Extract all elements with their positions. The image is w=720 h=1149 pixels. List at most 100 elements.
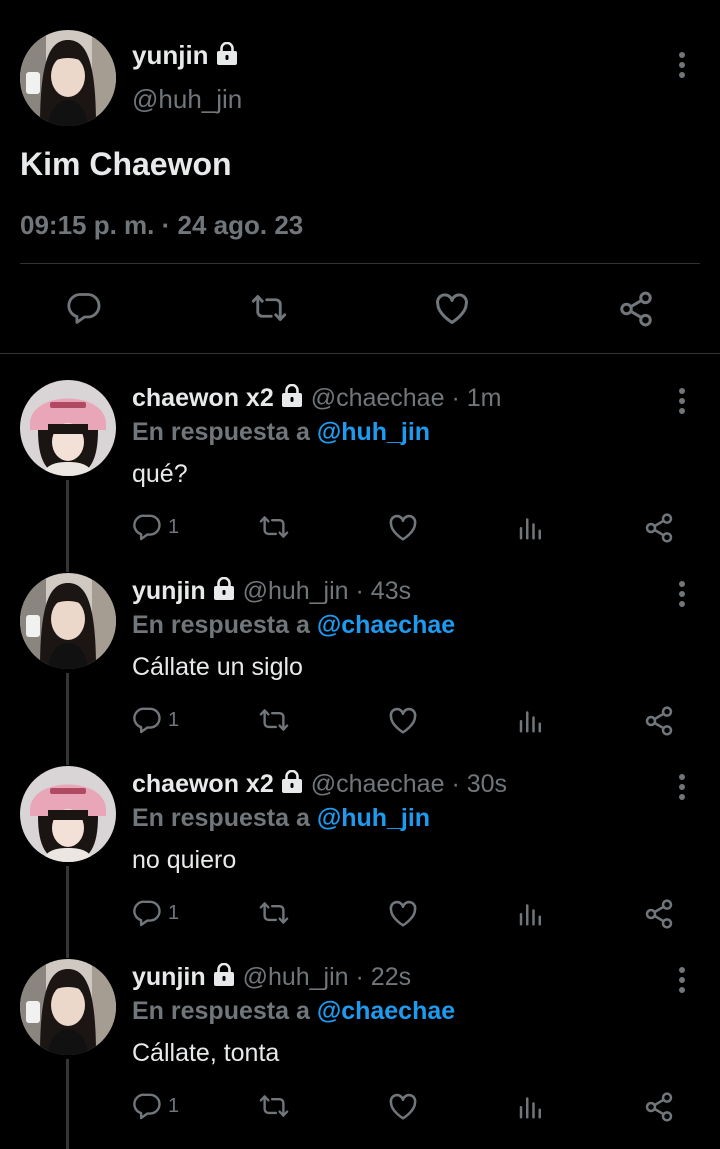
retweet-button[interactable] [258, 1091, 290, 1121]
views-button[interactable] [516, 705, 546, 735]
reply-button[interactable]: 1 [132, 1091, 179, 1121]
reply-meta: yunjin @huh_jin · 43s [132, 577, 411, 606]
views-icon [516, 898, 546, 928]
views-icon [516, 1091, 546, 1121]
reply-button[interactable] [66, 290, 102, 326]
reply-avatar[interactable] [20, 766, 116, 862]
main-avatar[interactable] [20, 30, 116, 126]
reply-count: 1 [168, 515, 180, 538]
reply-avatar[interactable] [20, 573, 116, 669]
like-icon [387, 898, 419, 930]
reply-meta: chaewon x2 @chaechae · 1m [132, 384, 501, 413]
reply-text: qué? [132, 460, 188, 488]
retweet-button[interactable] [250, 290, 288, 326]
reply-author-name[interactable]: chaewon x2 [132, 384, 274, 412]
reply-author-name[interactable]: yunjin [132, 963, 206, 991]
thread-line [66, 866, 69, 958]
reply-meta: chaewon x2 @chaechae · 30s [132, 770, 507, 799]
like-button[interactable] [387, 898, 419, 930]
reply-button[interactable]: 1 [132, 898, 179, 928]
reply-author-handle[interactable]: @chaechae [311, 770, 445, 798]
more-options-icon[interactable] [678, 388, 686, 418]
thread-line [66, 1059, 69, 1149]
reply-icon [132, 1091, 162, 1121]
main-author-name[interactable]: yunjin [132, 40, 209, 70]
reply-text: Cállate, tonta [132, 1039, 280, 1067]
reply-author-handle[interactable]: @chaechae [311, 384, 445, 412]
lock-icon [215, 42, 239, 66]
divider [20, 263, 700, 264]
reply-author-name[interactable]: yunjin [132, 577, 206, 605]
reply-to-link[interactable]: @chaechae [317, 997, 455, 1025]
lock-icon [280, 384, 304, 408]
share-icon [643, 705, 675, 737]
reply-time: · 43s [355, 577, 412, 605]
reply-button[interactable]: 1 [132, 705, 179, 735]
like-button[interactable] [433, 290, 471, 328]
reply-context: En respuesta a @chaechae [132, 997, 455, 1026]
views-icon [516, 512, 546, 542]
more-options-icon[interactable] [678, 52, 686, 82]
reply-author-name[interactable]: chaewon x2 [132, 770, 274, 798]
like-button[interactable] [387, 705, 419, 737]
views-icon [516, 705, 546, 735]
lock-icon [280, 770, 304, 794]
main-author-row: yunjin [132, 40, 239, 71]
share-icon [617, 290, 655, 328]
reply-icon [132, 512, 162, 542]
reply-text: Cállate un siglo [132, 653, 303, 681]
retweet-icon [258, 1091, 290, 1121]
thread-line [66, 480, 69, 572]
reply-author-handle[interactable]: @huh_jin [243, 577, 349, 605]
reply-prefix: En respuesta a [132, 611, 310, 639]
reply-prefix: En respuesta a [132, 997, 310, 1025]
share-button[interactable] [617, 290, 655, 328]
reply-time: · 22s [355, 963, 412, 991]
views-button[interactable] [516, 1091, 546, 1121]
retweet-icon [258, 705, 290, 735]
retweet-button[interactable] [258, 512, 290, 542]
retweet-button[interactable] [258, 898, 290, 928]
like-icon [387, 512, 419, 544]
share-button[interactable] [643, 898, 675, 930]
share-button[interactable] [643, 705, 675, 737]
more-options-icon[interactable] [678, 774, 686, 804]
views-button[interactable] [516, 512, 546, 542]
retweet-icon [258, 898, 290, 928]
like-icon [387, 705, 419, 737]
reply-to-link[interactable]: @huh_jin [317, 418, 430, 446]
reply-time: · 30s [451, 770, 508, 798]
reply-context: En respuesta a @huh_jin [132, 418, 430, 447]
share-icon [643, 898, 675, 930]
retweet-icon [250, 290, 288, 326]
share-button[interactable] [643, 1091, 675, 1123]
reply-to-link[interactable]: @chaechae [317, 611, 455, 639]
lock-icon [212, 963, 236, 987]
reply-count: 1 [168, 1094, 180, 1117]
reply-icon [132, 705, 162, 735]
reply-icon [66, 290, 102, 326]
views-button[interactable] [516, 898, 546, 928]
more-options-icon[interactable] [678, 967, 686, 997]
reply-time: · 1m [451, 384, 502, 412]
reply-prefix: En respuesta a [132, 418, 310, 446]
reply-button[interactable]: 1 [132, 512, 179, 542]
reply-author-handle[interactable]: @huh_jin [243, 963, 349, 991]
main-tweet-timestamp[interactable]: 09:15 p. m. · 24 ago. 23 [20, 210, 303, 241]
reply-context: En respuesta a @chaechae [132, 611, 455, 640]
reply-prefix: En respuesta a [132, 804, 310, 832]
thread-line [66, 673, 69, 765]
share-button[interactable] [643, 512, 675, 544]
share-icon [643, 512, 675, 544]
reply-avatar[interactable] [20, 380, 116, 476]
like-button[interactable] [387, 512, 419, 544]
more-options-icon[interactable] [678, 581, 686, 611]
like-icon [387, 1091, 419, 1123]
retweet-button[interactable] [258, 705, 290, 735]
reply-count: 1 [168, 901, 180, 924]
reply-to-link[interactable]: @huh_jin [317, 804, 430, 832]
like-button[interactable] [387, 1091, 419, 1123]
reply-avatar[interactable] [20, 959, 116, 1055]
main-author-handle[interactable]: @huh_jin [132, 84, 242, 115]
reply-count: 1 [168, 708, 180, 731]
